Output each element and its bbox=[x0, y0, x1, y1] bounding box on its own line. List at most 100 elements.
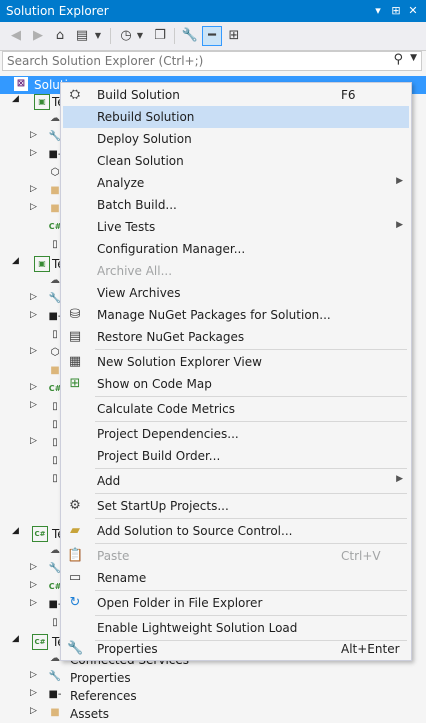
expand-icon[interactable]: ▷ bbox=[30, 562, 37, 572]
pin-icon[interactable]: ⊞ bbox=[388, 3, 404, 19]
menu-item-set-startup-projects[interactable]: ⚙ Set StartUp Projects... bbox=[63, 495, 409, 517]
toolbar: ◀ ▶ ⌂ ▤ ▼ ◷ ▼ ❐ 🔧 ━ ⊞ bbox=[0, 22, 426, 51]
wrench-icon: 🔧 bbox=[48, 671, 62, 682]
toolbar-separator bbox=[110, 28, 111, 44]
menu-item-view-archives[interactable]: View Archives bbox=[63, 282, 409, 304]
menu-item-enable-lightweight-load[interactable]: Enable Lightweight Solution Load bbox=[63, 617, 409, 639]
menu-item-paste[interactable]: 📋 Paste Ctrl+V bbox=[63, 545, 409, 567]
expand-icon[interactable]: ▷ bbox=[30, 436, 37, 446]
tree-row-assets[interactable]: ▷ ■ Assets bbox=[0, 705, 426, 723]
search-box: ⚲ ▼ bbox=[2, 51, 422, 71]
menu-item-label: Rebuild Solution bbox=[97, 110, 195, 124]
menu-separator bbox=[95, 590, 407, 591]
home-icon[interactable]: ⌂ bbox=[50, 26, 70, 46]
menu-item-label: Enable Lightweight Solution Load bbox=[97, 621, 298, 635]
expand-icon[interactable]: ▷ bbox=[30, 310, 37, 320]
properties-icon[interactable]: 🔧 bbox=[180, 26, 200, 46]
menu-item-rebuild-solution[interactable]: Rebuild Solution bbox=[63, 106, 409, 128]
expand-icon[interactable]: ▷ bbox=[30, 688, 37, 698]
search-icon[interactable]: ⚲ bbox=[393, 52, 403, 67]
menu-item-label: View Archives bbox=[97, 286, 181, 300]
menu-item-label: Paste bbox=[97, 549, 130, 563]
preview-selected-icon[interactable]: ━ bbox=[202, 26, 222, 46]
menu-item-new-solution-explorer-view[interactable]: ▦ New Solution Explorer View bbox=[63, 351, 409, 373]
collapse-icon[interactable]: ◢ bbox=[12, 526, 19, 536]
menu-item-manage-nuget[interactable]: ⛁ Manage NuGet Packages for Solution... bbox=[63, 304, 409, 326]
menu-item-label: Rename bbox=[97, 571, 147, 585]
expand-icon[interactable]: ▷ bbox=[30, 184, 37, 194]
menu-item-label: Open Folder in File Explorer bbox=[97, 596, 263, 610]
menu-item-label: Project Build Order... bbox=[97, 449, 221, 463]
menu-item-show-on-code-map[interactable]: ⊞ Show on Code Map bbox=[63, 373, 409, 395]
menu-item-label: Add bbox=[97, 474, 121, 488]
menu-item-label: Clean Solution bbox=[97, 154, 184, 168]
menu-item-deploy-solution[interactable]: Deploy Solution bbox=[63, 128, 409, 150]
folder-icon: ■ bbox=[50, 707, 60, 718]
search-input[interactable] bbox=[7, 53, 387, 69]
filter-dropdown-icon[interactable]: ▼ bbox=[134, 26, 146, 46]
close-icon[interactable]: ✕ bbox=[405, 3, 421, 19]
collapse-icon[interactable]: ◢ bbox=[12, 256, 19, 266]
switch-views-icon[interactable]: ▤ bbox=[72, 26, 92, 46]
wrench-icon: 🔧 bbox=[67, 641, 84, 656]
menu-item-add-to-source-control[interactable]: ▰ Add Solution to Source Control... bbox=[63, 520, 409, 542]
menu-item-shortcut: F6 bbox=[341, 88, 356, 102]
menu-separator bbox=[95, 349, 407, 350]
expand-icon[interactable]: ▷ bbox=[30, 148, 37, 158]
dropdown-icon[interactable]: ▾ bbox=[370, 3, 386, 19]
menu-item-clean-solution[interactable]: Clean Solution bbox=[63, 150, 409, 172]
menu-separator bbox=[95, 615, 407, 616]
menu-item-label: Build Solution bbox=[97, 88, 180, 102]
restore-icon: ▤ bbox=[68, 329, 82, 344]
menu-item-calculate-code-metrics[interactable]: Calculate Code Metrics bbox=[63, 398, 409, 420]
menu-item-label: Properties bbox=[97, 642, 158, 656]
search-options-icon[interactable]: ▼ bbox=[410, 53, 417, 63]
menu-item-shortcut: Ctrl+V bbox=[341, 549, 381, 563]
menu-item-label: Archive All... bbox=[97, 264, 173, 278]
expand-icon[interactable]: ▷ bbox=[30, 400, 37, 410]
collapse-icon[interactable]: ◢ bbox=[12, 94, 19, 104]
code-map-icon: ⊞ bbox=[69, 376, 81, 391]
toolbar-separator bbox=[174, 28, 175, 44]
menu-item-label: Batch Build... bbox=[97, 198, 177, 212]
expand-icon[interactable]: ▷ bbox=[30, 580, 37, 590]
forward-icon[interactable]: ▶ bbox=[28, 26, 48, 46]
menu-item-analyze[interactable]: Analyze ▶ bbox=[63, 172, 409, 194]
collapse-all-icon[interactable]: ❐ bbox=[150, 26, 170, 46]
menu-item-batch-build[interactable]: Batch Build... bbox=[63, 194, 409, 216]
menu-item-configuration-manager[interactable]: Configuration Manager... bbox=[63, 238, 409, 260]
expand-icon[interactable]: ▷ bbox=[30, 382, 37, 392]
menu-separator bbox=[95, 543, 407, 544]
menu-separator bbox=[95, 468, 407, 469]
menu-item-project-build-order[interactable]: Project Build Order... bbox=[63, 445, 409, 467]
menu-item-rename[interactable]: ▭ Rename bbox=[63, 567, 409, 589]
expand-icon[interactable]: ▷ bbox=[30, 706, 37, 716]
expand-icon[interactable]: ▷ bbox=[30, 346, 37, 356]
tree-row-references[interactable]: ▷ ■- References bbox=[0, 687, 426, 705]
collapse-icon[interactable]: ◢ bbox=[12, 634, 19, 644]
csharp-project-icon: C# bbox=[32, 634, 48, 650]
expand-icon[interactable]: ▷ bbox=[30, 598, 37, 608]
menu-item-label: Calculate Code Metrics bbox=[97, 402, 235, 416]
menu-item-add[interactable]: Add ▶ bbox=[63, 470, 409, 492]
class-view-icon[interactable]: ⊞ bbox=[224, 26, 244, 46]
menu-item-archive-all[interactable]: Archive All... bbox=[63, 260, 409, 282]
expand-icon[interactable]: ▷ bbox=[30, 130, 37, 140]
submenu-arrow-icon: ▶ bbox=[396, 220, 403, 230]
menu-item-build-solution[interactable]: ⛭ Build Solution F6 bbox=[63, 84, 409, 106]
pending-changes-filter-icon[interactable]: ◷ bbox=[116, 26, 136, 46]
expand-icon[interactable]: ▷ bbox=[30, 292, 37, 302]
menu-item-label: New Solution Explorer View bbox=[97, 355, 262, 369]
menu-item-live-tests[interactable]: Live Tests ▶ bbox=[63, 216, 409, 238]
expand-icon[interactable]: ▷ bbox=[30, 670, 37, 680]
expand-icon[interactable]: ▷ bbox=[30, 202, 37, 212]
menu-item-open-folder[interactable]: ↻ Open Folder in File Explorer bbox=[63, 592, 409, 614]
menu-separator bbox=[95, 396, 407, 397]
back-icon[interactable]: ◀ bbox=[6, 26, 26, 46]
menu-item-restore-nuget[interactable]: ▤ Restore NuGet Packages bbox=[63, 326, 409, 348]
switch-views-dropdown-icon[interactable]: ▼ bbox=[92, 26, 104, 46]
menu-item-properties[interactable]: 🔧 Properties Alt+Enter bbox=[63, 638, 409, 660]
menu-item-project-dependencies[interactable]: Project Dependencies... bbox=[63, 423, 409, 445]
solution-icon: ⊠ bbox=[14, 77, 28, 91]
tree-row-properties[interactable]: ▷ 🔧 Properties bbox=[0, 669, 426, 687]
